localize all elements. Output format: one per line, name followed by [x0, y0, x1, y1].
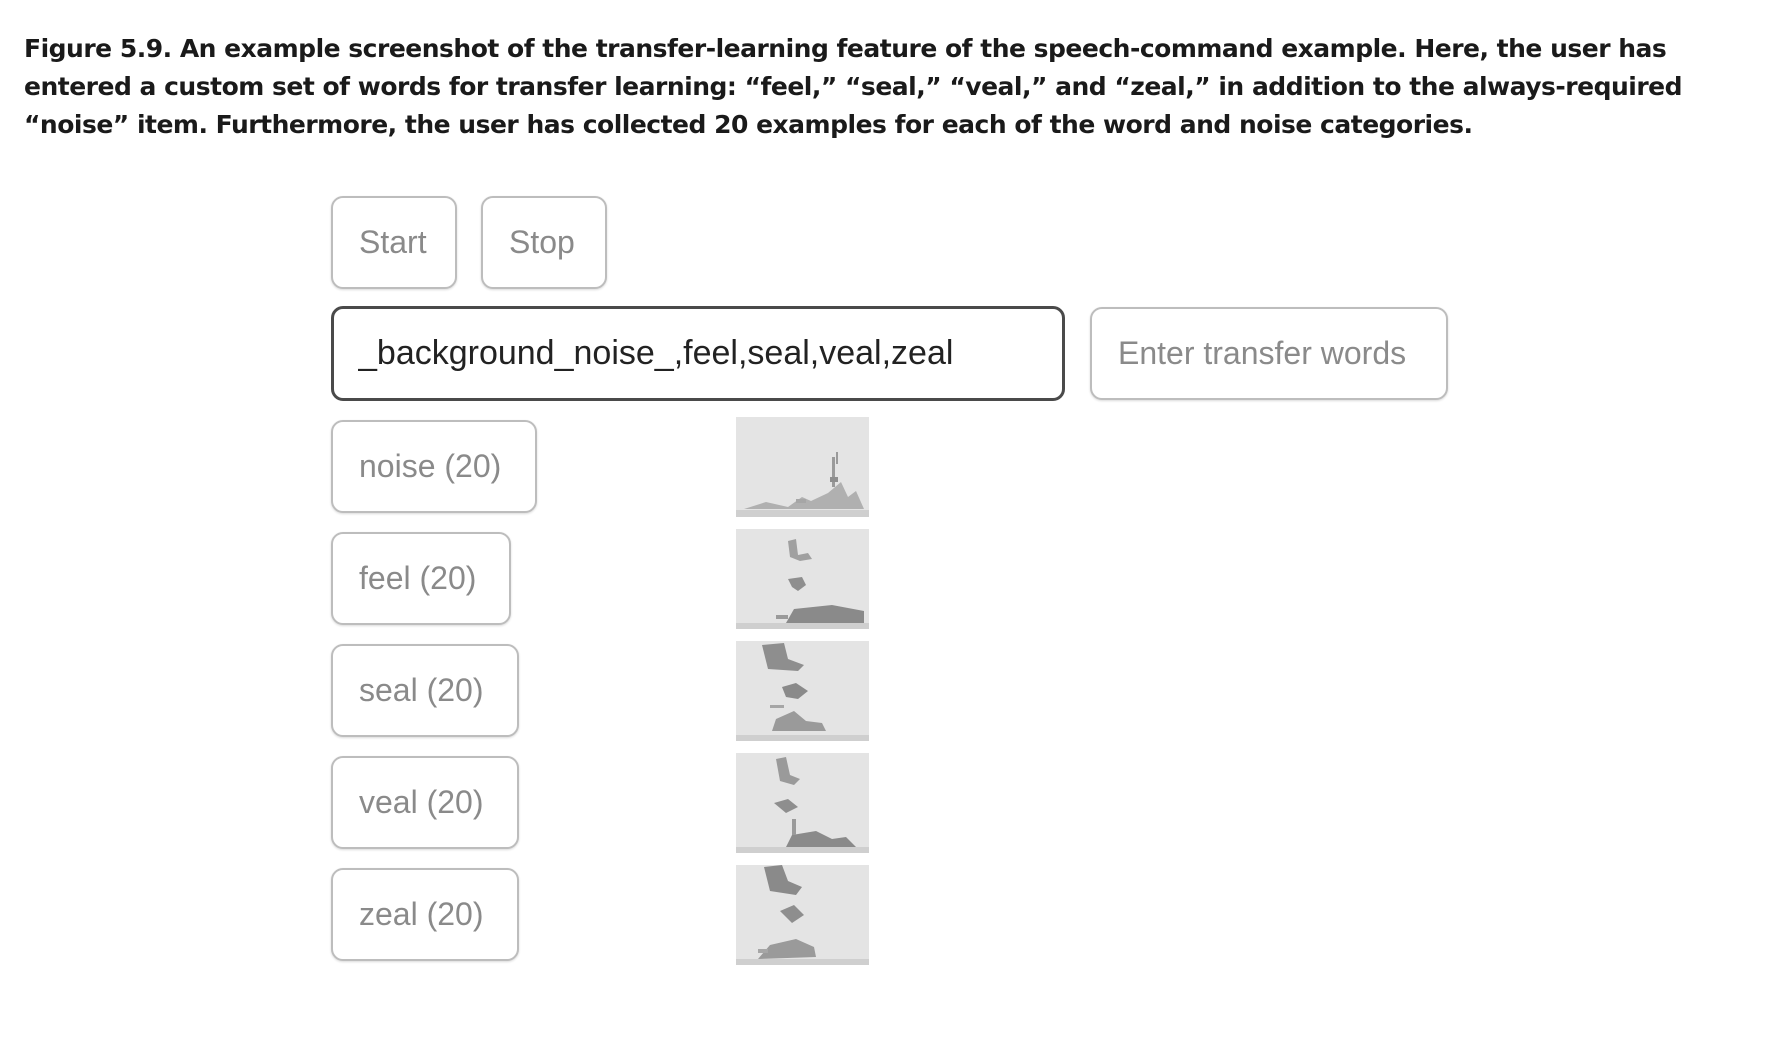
figure-caption: Figure 5.9. An example screenshot of the… [24, 34, 1683, 139]
word-button-veal[interactable]: veal (20) [331, 756, 519, 849]
start-button[interactable]: Start [331, 196, 457, 289]
spectrogram-veal [736, 753, 869, 853]
word-button-seal[interactable]: seal (20) [331, 644, 519, 737]
enter-transfer-words-button[interactable]: Enter transfer words [1090, 307, 1448, 400]
word-button-feel[interactable]: feel (20) [331, 532, 511, 625]
spectrogram-feel [736, 529, 869, 629]
stop-button[interactable]: Stop [481, 196, 607, 289]
transfer-words-input[interactable] [331, 306, 1065, 401]
spectrogram-zeal [736, 865, 869, 965]
word-button-zeal[interactable]: zeal (20) [331, 868, 519, 961]
word-button-noise[interactable]: noise (20) [331, 420, 537, 513]
spectrogram-seal [736, 641, 869, 741]
spectrogram-noise [736, 417, 869, 517]
